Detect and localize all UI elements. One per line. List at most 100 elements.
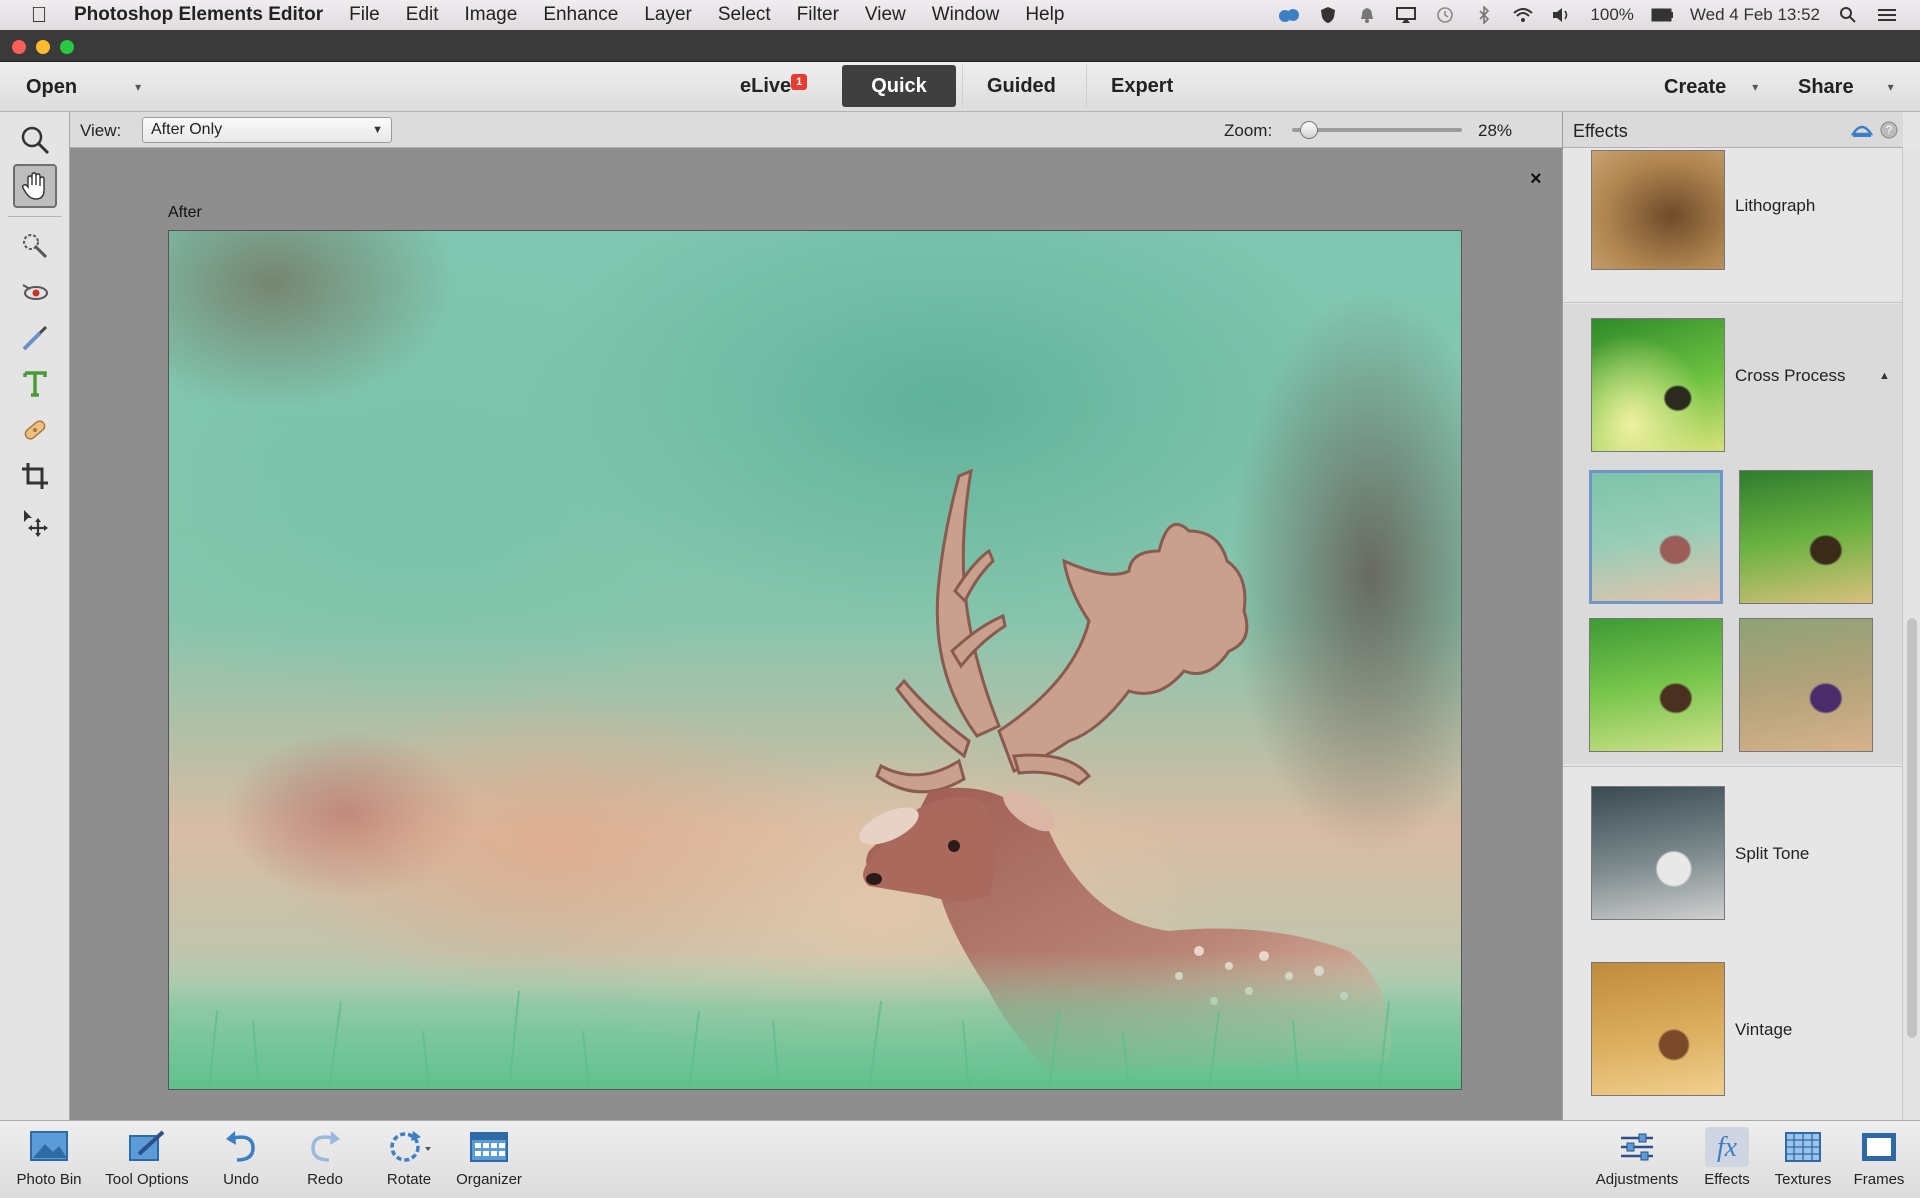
move-tool[interactable] (13, 500, 57, 544)
time-machine-icon[interactable] (1434, 6, 1456, 24)
menu-window[interactable]: Window (932, 4, 1000, 26)
menu-image[interactable]: Image (465, 4, 518, 26)
quick-label: Quick (871, 74, 927, 97)
cross-process-label: Cross Process (1735, 366, 1846, 385)
app-menu[interactable]: Photoshop Elements Editor (74, 4, 323, 26)
view-select-value: After Only (151, 121, 223, 138)
frames-button[interactable]: Frames (1834, 1127, 1920, 1193)
bell-icon[interactable] (1356, 6, 1378, 24)
home-icon[interactable] (1850, 120, 1874, 145)
zoom-tool[interactable] (13, 118, 57, 162)
split-tone-label: Split Tone (1735, 844, 1810, 863)
menu-help[interactable]: Help (1025, 4, 1064, 26)
effects-scrollbar[interactable] (1902, 148, 1920, 1120)
bottom-taskbar: Photo Bin Tool Options Undo Redo Rotate … (0, 1120, 1920, 1198)
organizer-icon (467, 1127, 511, 1167)
mode-guided[interactable]: Guided (962, 65, 1080, 107)
split-tone-thumbnail[interactable] (1591, 786, 1725, 920)
open-label: Open (26, 75, 78, 98)
quick-selection-icon (23, 234, 48, 259)
menu-enhance[interactable]: Enhance (543, 4, 618, 26)
mode-quick[interactable]: Quick (842, 65, 956, 107)
collapse-caret-icon[interactable]: ▲ (1879, 370, 1890, 382)
open-button[interactable]: Open ▾ (26, 62, 141, 112)
textures-icon (1781, 1127, 1825, 1167)
toolbox-separator (8, 216, 62, 217)
open-dropdown-icon[interactable]: ▾ (135, 80, 141, 94)
adjustments-button[interactable]: Adjustments (1592, 1127, 1682, 1193)
notification-center-icon[interactable] (1876, 6, 1898, 24)
effect-row-lithograph[interactable]: Lithograph (1563, 148, 1903, 296)
menu-select[interactable]: Select (718, 4, 771, 26)
cloud-sync-icon[interactable] (1278, 6, 1300, 24)
document-canvas[interactable]: × After (70, 148, 1562, 1120)
effect-row-split-tone[interactable]: Split Tone (1563, 768, 1903, 938)
battery-percent: 100% (1590, 5, 1634, 24)
rotate-button[interactable]: Rotate (364, 1127, 454, 1193)
airplay-icon[interactable] (1395, 6, 1417, 24)
bluetooth-icon[interactable] (1473, 6, 1495, 24)
cross-process-variant-4[interactable] (1739, 618, 1873, 752)
effects-panel-title: Effects (1573, 121, 1628, 141)
elive-label: eLive (740, 74, 792, 97)
effect-row-cross-process[interactable]: Cross Process ▲ (1563, 304, 1903, 764)
effects-scrollbar-thumb[interactable] (1907, 618, 1917, 1038)
share-button[interactable]: Share ▾ (1798, 62, 1894, 112)
window-minimize-button[interactable] (36, 40, 50, 54)
elive-label-wrap: eLive 1 (740, 73, 808, 98)
quick-selection-tool[interactable] (13, 224, 57, 268)
effect-row-vintage[interactable]: Vintage (1563, 948, 1903, 1118)
cross-process-variant-1[interactable] (1589, 470, 1723, 604)
cross-process-variant-2[interactable] (1739, 470, 1873, 604)
type-tool[interactable] (13, 362, 57, 406)
redo-button[interactable]: Redo (280, 1127, 370, 1193)
spotlight-search-icon[interactable] (1837, 6, 1859, 24)
shield-icon[interactable] (1317, 6, 1339, 24)
undo-button[interactable]: Undo (196, 1127, 286, 1193)
window-close-button[interactable] (12, 40, 26, 54)
guided-label: Guided (987, 74, 1056, 97)
frames-icon (1857, 1127, 1901, 1167)
create-button[interactable]: Create ▾ (1664, 62, 1758, 112)
close-document-icon[interactable]: × (1530, 168, 1542, 191)
menu-edit[interactable]: Edit (406, 4, 439, 26)
vintage-thumbnail[interactable] (1591, 962, 1725, 1096)
organizer-button[interactable]: Organizer (444, 1127, 534, 1193)
whiten-teeth-tool[interactable] (13, 316, 57, 360)
wifi-icon[interactable] (1512, 6, 1534, 24)
tool-options-button[interactable]: Tool Options (102, 1127, 192, 1193)
toolbox (0, 112, 70, 1120)
view-select[interactable]: After Only ▼ (142, 117, 392, 143)
crop-icon (22, 463, 48, 489)
cross-process-thumbnail[interactable] (1591, 318, 1725, 452)
crop-tool[interactable] (13, 454, 57, 498)
red-eye-tool[interactable] (13, 270, 57, 314)
lithograph-label: Lithograph (1735, 196, 1816, 215)
cross-process-variant-3[interactable] (1589, 618, 1723, 752)
zoom-slider-thumb[interactable] (1300, 121, 1318, 139)
volume-icon[interactable] (1551, 6, 1573, 24)
adjustments-label: Adjustments (1595, 1171, 1679, 1188)
menu-filter[interactable]: Filter (797, 4, 839, 26)
textures-label: Textures (1774, 1171, 1832, 1188)
clock[interactable]: Wed 4 Feb 13:52 (1690, 5, 1820, 25)
share-dropdown-icon[interactable]: ▾ (1888, 80, 1894, 94)
menu-file[interactable]: File (349, 4, 380, 26)
expert-label: Expert (1111, 74, 1174, 97)
window-zoom-button[interactable] (60, 40, 74, 54)
create-dropdown-icon[interactable]: ▾ (1752, 80, 1758, 94)
help-icon[interactable]: ? (1879, 120, 1899, 145)
share-label: Share (1798, 75, 1854, 98)
lithograph-thumbnail[interactable] (1591, 150, 1725, 270)
photo-deer-image[interactable] (168, 230, 1462, 1090)
mode-expert[interactable]: Expert (1086, 65, 1197, 107)
photo-bin-button[interactable]: Photo Bin (4, 1127, 94, 1193)
mode-elive[interactable]: eLive 1 (716, 65, 815, 107)
view-label: View: (80, 121, 122, 140)
menu-view[interactable]: View (865, 4, 906, 26)
spot-healing-tool[interactable] (13, 408, 57, 452)
menu-layer[interactable]: Layer (644, 4, 692, 26)
battery-icon[interactable] (1651, 6, 1673, 24)
hand-tool[interactable] (13, 164, 57, 208)
apple-menu-icon[interactable]:  (26, 2, 52, 28)
